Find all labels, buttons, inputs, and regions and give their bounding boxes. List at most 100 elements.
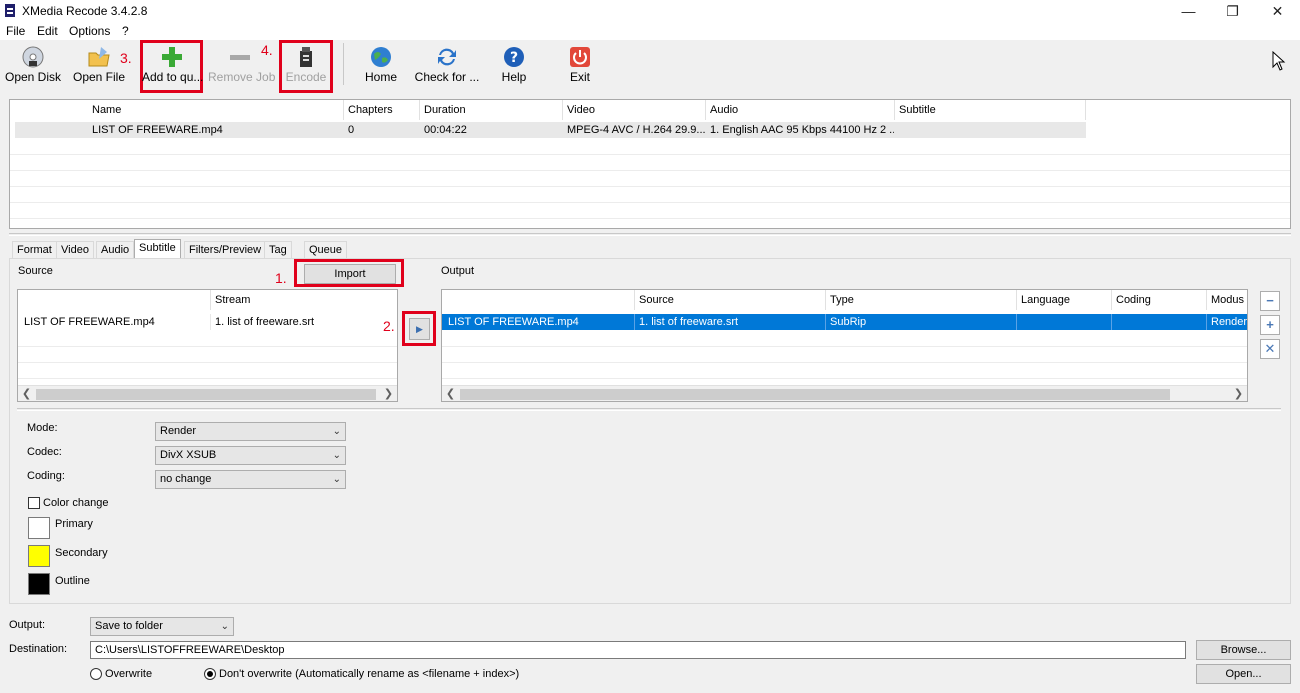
source-label: Source [18,265,53,277]
check-for-updates-button[interactable]: Check for ... [414,40,480,90]
column-header-coding[interactable]: Coding [1112,290,1207,310]
output-label: Output [441,265,475,277]
coding-select[interactable]: no change ⌄ [155,470,346,489]
column-header-video[interactable]: Video [563,100,706,120]
tab-audio[interactable]: Audio [96,241,135,258]
table-row[interactable]: LIST OF FREEWARE.mp4 0 00:04:22 MPEG-4 A… [15,122,1086,138]
scroll-left-icon[interactable]: ❮ [442,386,459,401]
app-icon [5,4,15,17]
destination-label: Destination: [9,643,68,655]
tab-video[interactable]: Video [56,241,94,258]
column-header-file[interactable] [442,290,635,310]
splitter[interactable] [9,233,1291,236]
open-disk-button[interactable]: Open Disk [4,40,62,90]
column-header-stream[interactable]: Stream [211,290,397,310]
table-row[interactable]: LIST OF FREEWARE.mp4 1. list of freeware… [18,314,397,330]
arrow-right-icon: ▶ [416,324,423,334]
open-folder-button[interactable]: Open... [1196,664,1291,684]
secondary-color-swatch[interactable] [28,545,50,567]
cell-chapters: 0 [344,122,420,138]
coding-value: no change [160,473,212,485]
add-subtitle-button[interactable]: + [1260,315,1280,335]
destination-input[interactable]: C:\Users\LISTOFFREEWARE\Desktop [90,641,1186,659]
row-divider [18,362,397,363]
dont-overwrite-radio[interactable] [204,668,216,680]
column-header-chapters[interactable]: Chapters [344,100,420,120]
radio-dot [207,671,213,677]
row-divider [10,218,1290,219]
output-table[interactable]: Source Type Language Coding Modus LIST O… [441,289,1248,402]
row-divider [10,154,1290,155]
import-button[interactable]: Import [304,264,396,284]
source-horizontal-scrollbar[interactable]: ❮ ❯ [18,385,397,401]
restore-button[interactable]: ❐ [1210,0,1255,22]
close-button[interactable]: ✕ [1255,0,1300,22]
browse-button[interactable]: Browse... [1196,640,1291,660]
scrollbar-thumb[interactable] [36,389,376,400]
output-mode-select[interactable]: Save to folder ⌄ [90,617,234,636]
help-button[interactable]: ? Help [492,40,536,90]
step-3-annotation: 3. [120,50,132,66]
overwrite-label: Overwrite [105,668,153,680]
chevron-down-icon: ⌄ [332,426,341,437]
column-header-name[interactable]: Name [88,100,344,120]
cell-subtitle [895,122,1086,138]
scroll-left-icon[interactable]: ❮ [18,386,35,401]
column-header-modus[interactable]: Modus [1207,290,1247,310]
close-icon: ✕ [1264,341,1276,356]
help-icon: ? [504,47,524,67]
minimize-button[interactable]: — [1166,0,1211,22]
primary-color-swatch[interactable] [28,517,50,539]
codec-label: Codec: [27,446,62,458]
home-button[interactable]: Home [358,40,404,90]
output-mode-value: Save to folder [95,620,163,632]
output-horizontal-scrollbar[interactable]: ❮ ❯ [442,385,1247,401]
mouse-cursor-icon [1272,51,1286,71]
menu-file[interactable]: File [6,24,25,38]
outline-color-swatch[interactable] [28,573,50,595]
menu-edit[interactable]: Edit [37,24,58,38]
color-change-checkbox[interactable] [28,497,40,509]
outline-label: Outline [55,575,90,587]
tab-subtitle[interactable]: Subtitle [134,239,181,259]
scroll-right-icon[interactable]: ❯ [380,386,397,401]
job-list-table[interactable]: Name Chapters Duration Video Audio Subti… [9,99,1291,229]
column-header-type[interactable]: Type [826,290,1017,310]
codec-select[interactable]: DivX XSUB ⌄ [155,446,346,465]
exit-button[interactable]: Exit [560,40,600,90]
column-header-duration[interactable]: Duration [420,100,563,120]
cell-coding [1112,314,1207,330]
tab-queue[interactable]: Queue [304,241,348,258]
coding-label: Coding: [27,470,65,482]
delete-subtitle-button[interactable]: ✕ [1260,339,1280,359]
tab-filters-preview[interactable]: Filters/Preview [184,241,267,258]
row-divider [18,346,397,347]
remove-subtitle-button[interactable]: − [1260,291,1280,311]
output-mode-label: Output: [9,619,46,631]
add-to-queue-button[interactable]: Add to qu... [142,40,203,90]
tab-tag[interactable]: Tag [264,241,292,258]
scrollbar-thumb[interactable] [460,389,1170,400]
globe-icon [371,47,391,67]
color-change-label: Color change [43,497,109,509]
column-header-file[interactable] [18,290,211,310]
column-header-audio[interactable]: Audio [706,100,895,120]
row-divider [10,186,1290,187]
mode-value: Render [160,425,197,437]
scroll-right-icon[interactable]: ❯ [1230,386,1247,401]
mode-select[interactable]: Render ⌄ [155,422,346,441]
menu-help[interactable]: ? [122,24,129,38]
menu-options[interactable]: Options [69,24,110,38]
svg-text:?: ? [510,50,518,66]
add-to-output-button[interactable]: ▶ [409,318,430,340]
minus-icon [230,55,250,60]
column-header-subtitle[interactable]: Subtitle [895,100,1086,120]
column-header-source[interactable]: Source [635,290,826,310]
encode-button[interactable]: Encode [282,40,330,90]
overwrite-radio[interactable] [90,668,102,680]
tab-format[interactable]: Format [12,241,57,258]
table-row[interactable]: LIST OF FREEWARE.mp4 1. list of freeware… [442,314,1247,330]
row-divider [442,362,1247,363]
source-table[interactable]: Stream LIST OF FREEWARE.mp4 1. list of f… [17,289,398,402]
column-header-language[interactable]: Language [1017,290,1112,310]
